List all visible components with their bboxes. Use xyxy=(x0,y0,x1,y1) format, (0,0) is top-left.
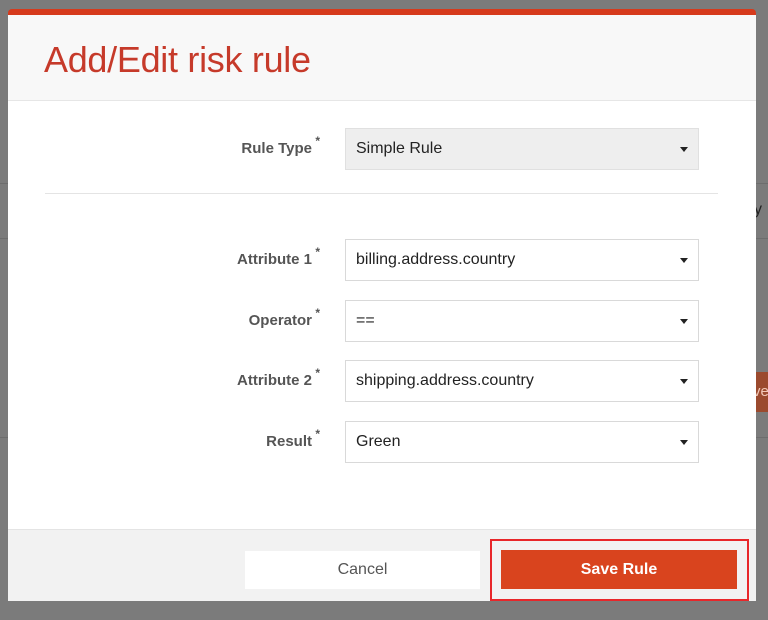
required-marker: * xyxy=(315,427,320,441)
caret-down-icon xyxy=(680,379,688,384)
caret-down-icon xyxy=(680,319,688,324)
cancel-button[interactable]: Cancel xyxy=(245,551,480,589)
operator-row: Operator * == xyxy=(8,300,756,342)
attribute-1-label-text: Attribute 1 xyxy=(237,251,312,268)
operator-label-text: Operator xyxy=(248,312,312,329)
rule-type-row: Rule Type * Simple Rule xyxy=(8,128,756,170)
attribute-1-value: billing.address.country xyxy=(356,251,516,268)
result-row: Result * Green xyxy=(8,421,756,463)
operator-value: == xyxy=(356,312,375,329)
rule-type-value: Simple Rule xyxy=(356,140,443,157)
attribute-1-row: Attribute 1 * billing.address.country xyxy=(8,239,756,281)
rule-type-label: Rule Type * xyxy=(241,134,320,157)
result-label-text: Result xyxy=(266,433,312,450)
caret-down-icon xyxy=(680,258,688,263)
risk-rule-modal: Add/Edit risk rule Rule Type * Simple Ru… xyxy=(8,9,756,601)
caret-down-icon xyxy=(680,147,688,152)
rule-type-label-text: Rule Type xyxy=(241,140,312,157)
modal-title: Add/Edit risk rule xyxy=(44,39,311,80)
attribute-1-label: Attribute 1 * xyxy=(237,245,320,268)
attribute-2-value: shipping.address.country xyxy=(356,372,534,389)
attribute-2-row: Attribute 2 * shipping.address.country xyxy=(8,360,756,402)
modal-body: Rule Type * Simple Rule Attribute 1 * bi… xyxy=(8,101,756,529)
result-label: Result * xyxy=(266,427,320,450)
attribute-2-label: Attribute 2 * xyxy=(237,366,320,389)
result-value: Green xyxy=(356,433,401,450)
form-divider xyxy=(45,193,718,194)
rule-type-select[interactable]: Simple Rule xyxy=(345,128,699,170)
attribute-2-label-text: Attribute 2 xyxy=(237,372,312,389)
operator-label: Operator * xyxy=(248,306,320,329)
caret-down-icon xyxy=(680,440,688,445)
required-marker: * xyxy=(315,245,320,259)
result-select[interactable]: Green xyxy=(345,421,699,463)
required-marker: * xyxy=(315,306,320,320)
save-rule-button[interactable]: Save Rule xyxy=(501,550,737,589)
attribute-1-select[interactable]: billing.address.country xyxy=(345,239,699,281)
required-marker: * xyxy=(315,134,320,148)
attribute-2-select[interactable]: shipping.address.country xyxy=(345,360,699,402)
operator-select[interactable]: == xyxy=(345,300,699,342)
modal-footer: Cancel Save Rule xyxy=(8,529,756,601)
required-marker: * xyxy=(315,366,320,380)
modal-header: Add/Edit risk rule xyxy=(8,15,756,101)
